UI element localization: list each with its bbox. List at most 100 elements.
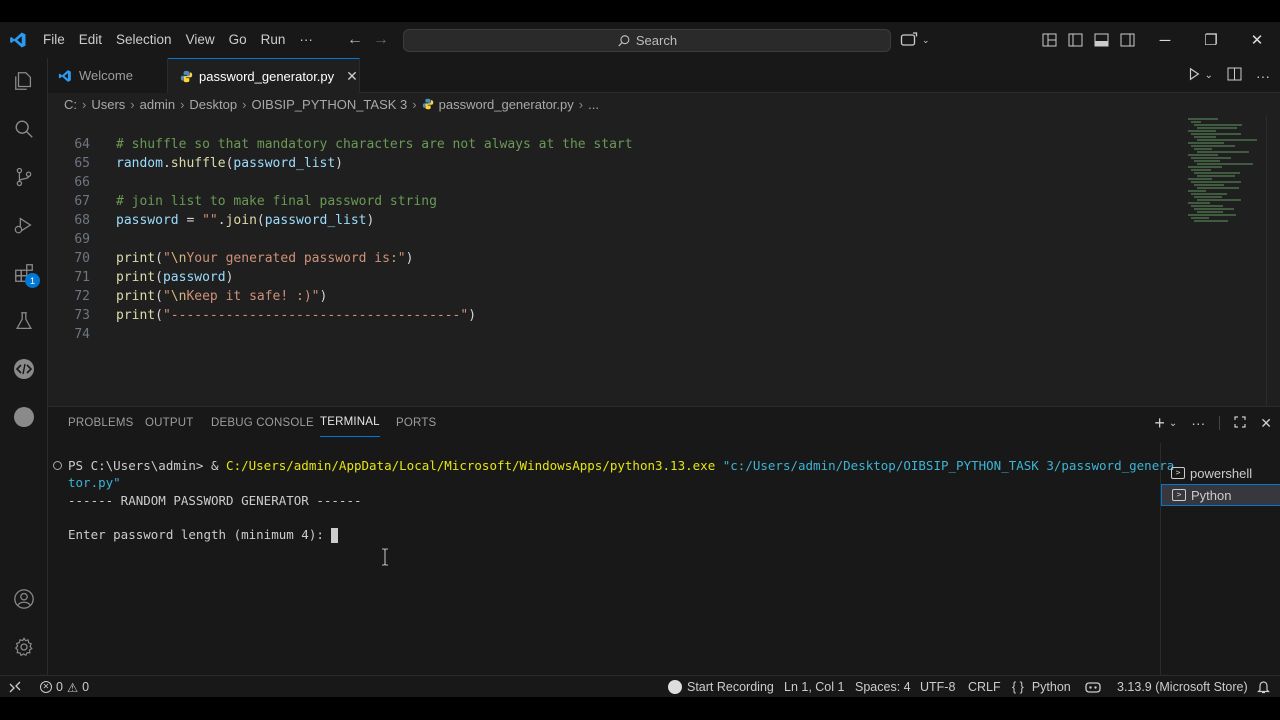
extensions-icon[interactable]: 1 [0,250,48,296]
prompt: PS C:\Users\admin> & [68,458,227,473]
copilot-status-icon[interactable] [1085,676,1101,698]
terminal-dropdown-chevron-icon[interactable]: ⌄ [1169,418,1177,429]
encoding[interactable]: UTF-8 [920,676,955,698]
terminal-item-powershell[interactable]: > powershell [1161,462,1280,484]
breadcrumb-item[interactable]: Users [91,97,125,112]
start-recording-button[interactable]: Start Recording [668,676,774,698]
terminal-item-python[interactable]: > Python [1161,484,1280,506]
code-token: \n [170,289,187,304]
chevron-down-icon: ⌄ [922,34,930,45]
python-file-icon [422,98,433,110]
toggle-panel-icon[interactable] [1088,22,1114,58]
explorer-icon[interactable] [0,58,48,104]
code-line[interactable]: 65 random.shuffle(password_list) [48,154,343,173]
code-text: # shuffle so that mandatory characters a… [116,135,633,154]
remote-explorer-icon[interactable] [0,346,48,392]
code-token: ( [155,270,163,285]
testing-icon[interactable] [0,298,48,344]
tab-problems[interactable]: PROBLEMS [68,407,134,439]
terminal-output[interactable]: PS C:\Users\admin> & C:/Users/admin/AppD… [48,447,1174,676]
search-view-icon[interactable] [0,106,48,152]
maximize-panel-icon[interactable] [1234,415,1246,431]
tab-debug-console[interactable]: DEBUG CONSOLE [211,407,314,439]
close-window-icon[interactable]: ✕ [1234,22,1280,58]
menu-go[interactable]: Go [222,22,254,58]
tab-password-generator[interactable]: password_generator.py ✕ [168,58,360,93]
code-token: shuffle [170,156,226,171]
code-line[interactable]: 67 # join list to make final password str… [48,192,437,211]
language-mode[interactable]: { } Python [1012,676,1071,698]
menu-selection[interactable]: Selection [109,22,179,58]
toggle-sidebar-icon[interactable] [1062,22,1088,58]
code-line[interactable]: 66 [48,173,90,192]
code-line[interactable]: 64 # shuffle so that mandatory characters… [48,135,632,154]
account-icon[interactable] [0,576,48,622]
code-line[interactable]: 71 print(password) [48,268,233,287]
restore-icon[interactable]: ❐ [1188,22,1234,58]
notifications-bell-icon[interactable] [1257,676,1270,698]
code-token: password [162,270,226,285]
problems-indicator[interactable]: ✕ 0 ⚠ 0 [40,676,89,698]
close-panel-icon[interactable]: ✕ [1260,415,1272,432]
python-interpreter[interactable]: 3.13.9 (Microsoft Store) [1117,676,1248,698]
breadcrumb-item[interactable]: admin [140,97,175,112]
split-editor-icon[interactable] [1227,67,1242,84]
search-label: Search [635,33,678,48]
command-center-search[interactable]: Search [403,29,891,52]
breadcrumb-chevron-icon: › [242,96,247,112]
gear-icon[interactable] [0,624,48,670]
code-token: \n [170,251,187,266]
forward-arrow-icon[interactable]: → [368,31,394,49]
panel-more-icon[interactable]: ··· [1191,415,1205,431]
code-line[interactable]: 74 [48,325,90,344]
breadcrumb-item[interactable]: OIBSIP_PYTHON_TASK 3 [251,97,407,112]
breadcrumb-chevron-icon: › [82,96,87,112]
minimap-line [1188,214,1236,216]
customize-layout-icon[interactable] [1036,22,1062,58]
breadcrumb-item[interactable]: Desktop [189,97,237,112]
run-debug-icon[interactable] [0,202,48,248]
breadcrumb-item[interactable]: password_generator.py [439,97,574,112]
tab-welcome[interactable]: Welcome [48,58,168,93]
menu-view[interactable]: View [179,22,222,58]
source-control-icon[interactable] [0,154,48,200]
back-arrow-icon[interactable]: ← [342,31,368,49]
minimap-line [1191,205,1223,207]
tab-ports[interactable]: PORTS [396,407,436,439]
menu-file[interactable]: File [36,22,72,58]
code-editor[interactable]: 64 # shuffle so that mandatory characters… [48,115,1280,407]
close-tab-icon[interactable]: ✕ [346,68,358,85]
terminal-input-line: Enter password length (minimum 4): [68,526,339,543]
vscode-tab-icon [58,69,71,82]
minimap[interactable] [1188,118,1260,228]
terminal-cursor [331,528,339,543]
code-line[interactable]: 70 print("\nYour generated password is:") [48,249,413,268]
editor-scrollbar[interactable] [1266,115,1280,407]
run-python-file-icon[interactable] [1187,67,1201,84]
minimap-line [1197,199,1241,201]
indentation[interactable]: Spaces: 4 [855,676,911,698]
code-token: # shuffle so that mandatory characters a… [116,137,633,152]
menu-edit[interactable]: Edit [72,22,109,58]
more-actions-icon[interactable]: ··· [1256,68,1270,84]
code-text: print("\nYour generated password is:") [116,249,413,268]
recording-dot-icon[interactable] [0,394,48,440]
remote-indicator-icon[interactable] [8,676,22,698]
menu-more[interactable]: ··· [292,22,320,58]
breadcrumb-item[interactable]: C: [64,97,77,112]
toggle-secondary-sidebar-icon[interactable] [1114,22,1140,58]
menu-run[interactable]: Run [254,22,293,58]
code-line[interactable]: 69 [48,230,90,249]
minimize-icon[interactable]: ─ [1142,22,1188,58]
breadcrumb-item[interactable]: ... [588,97,599,112]
cursor-position[interactable]: Ln 1, Col 1 [784,676,844,698]
new-terminal-icon[interactable]: + [1154,413,1165,434]
tab-output[interactable]: OUTPUT [145,407,193,439]
tab-terminal[interactable]: TERMINAL [320,409,380,437]
code-line[interactable]: 73 print("-------------------------------… [48,306,476,325]
code-line[interactable]: 72 print("\nKeep it safe! :)") [48,287,327,306]
line-ending[interactable]: CRLF [968,676,1001,698]
copilot-menu[interactable]: ⌄ [900,22,930,58]
code-line[interactable]: 68 password = "".join(password_list) [48,211,374,230]
run-options-chevron-icon[interactable]: ⌄ [1205,70,1213,81]
